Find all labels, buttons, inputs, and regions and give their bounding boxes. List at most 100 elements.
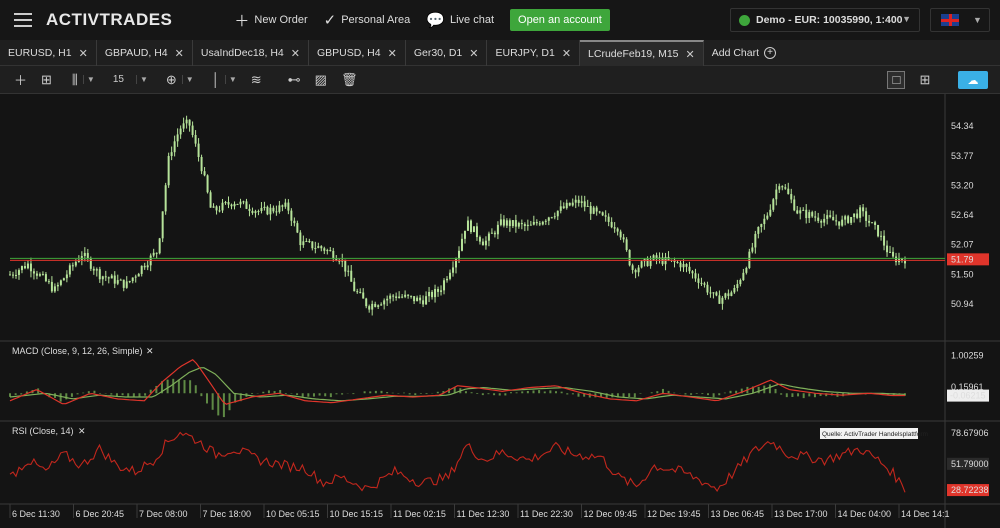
candle-body <box>62 278 65 281</box>
price-tick-label: 52.07 <box>951 240 974 250</box>
candle-body <box>53 286 56 292</box>
tab-usainddec18[interactable]: UsaIndDec18, H4 ✕ <box>193 40 309 66</box>
candle-body <box>487 233 490 241</box>
tab-gbpusd[interactable]: GBPUSD, H4 ✕ <box>309 40 406 66</box>
candle-body <box>703 283 706 285</box>
candle-body <box>407 294 410 296</box>
candle-body <box>490 232 493 234</box>
candle-body <box>835 220 838 222</box>
candle-body <box>236 203 239 205</box>
candle-body <box>520 223 523 225</box>
account-selector[interactable]: Demo - EUR: 10035990, 1:400 ▼ <box>730 8 920 32</box>
x-tick-label: 14 Dec 04:00 <box>838 509 892 519</box>
grid-icon[interactable]: ⊞ <box>41 72 52 88</box>
crosshair-icon[interactable]: ＋ <box>14 70 27 89</box>
close-icon[interactable]: ✕ <box>79 47 88 60</box>
x-tick-label: 11 Dec 22:30 <box>520 509 573 519</box>
tab-eurjpy[interactable]: EURJPY, D1 ✕ <box>487 40 581 66</box>
candle-body <box>604 215 607 217</box>
close-icon: ✕ <box>78 426 86 436</box>
candle-body <box>496 224 499 235</box>
indicator-selector[interactable]: ⊕ ▼ <box>166 72 194 88</box>
fibonacci-icon[interactable]: ≋ <box>251 72 262 88</box>
candle-body <box>739 280 742 285</box>
multi-layout-icon[interactable]: ⊞ <box>919 72 930 88</box>
price-tick-label: 51.50 <box>951 270 974 280</box>
tab-lcrudefeb19[interactable]: LCrudeFeb19, M15 ✕ <box>580 40 704 66</box>
close-icon[interactable]: ✕ <box>291 47 300 60</box>
candle-body <box>529 224 532 226</box>
candle-body <box>92 268 95 271</box>
rsi-low-label: 28.72238 <box>951 485 989 495</box>
candle-body <box>637 267 640 273</box>
candle-body <box>772 199 775 210</box>
candle-body <box>715 292 718 296</box>
candle-body <box>730 292 733 296</box>
candle-body <box>820 220 823 223</box>
candle-body <box>538 223 541 225</box>
candle-body <box>469 220 472 233</box>
candle-body <box>257 211 260 213</box>
close-icon[interactable]: ✕ <box>562 47 571 60</box>
candle-body <box>523 224 526 227</box>
chevron-down-icon: ▼ <box>181 75 194 84</box>
close-icon[interactable]: ✕ <box>175 47 184 60</box>
personal-area-button[interactable]: ✓ Personal Area <box>324 11 411 29</box>
language-selector[interactable]: ▼ <box>930 8 990 32</box>
single-layout-icon[interactable]: □ <box>887 70 906 89</box>
candle-body <box>652 255 655 260</box>
chart-toolbar: ＋ ⊞ ⫼ ▼ 15 ▼ ⊕ ▼ │ ▼ ≋ ⊷ ▨ 🗑 □ ⊞ <box>0 66 1000 94</box>
new-order-button[interactable]: ＋ New Order <box>234 10 307 31</box>
candle-body <box>802 209 805 211</box>
candle-type-selector[interactable]: ⫼ ▼ <box>72 72 95 88</box>
candle-body <box>508 220 511 227</box>
chart-tabs: EURUSD, H1 ✕ GBPAUD, H4 ✕ UsaIndDec18, H4 ✕… <box>0 40 1000 66</box>
trash-icon[interactable]: 🗑 <box>341 72 358 88</box>
candle-body <box>38 274 41 276</box>
candle-body <box>140 265 143 274</box>
chevron-down-icon: ▼ <box>135 75 148 84</box>
menu-icon[interactable] <box>14 13 32 27</box>
chart-area[interactable]: 54.34 53.77 53.20 52.64 52.07 51.50 50.94 51.79… <box>0 94 1000 528</box>
candle-body <box>775 189 778 200</box>
candle-body <box>221 202 224 211</box>
candle-body <box>466 220 469 231</box>
close-icon[interactable]: ✕ <box>469 47 478 60</box>
candle-body <box>215 206 218 211</box>
live-chat-button[interactable]: 💬 Live chat <box>426 11 494 29</box>
price-tick-label: 54.34 <box>951 121 974 131</box>
close-icon[interactable]: ✕ <box>686 48 695 61</box>
candle-body <box>158 238 161 254</box>
tab-gbpaud[interactable]: GBPAUD, H4 ✕ <box>97 40 193 66</box>
candle-body <box>224 202 227 204</box>
template-icon[interactable]: ⊷ <box>288 72 301 88</box>
candle-body <box>377 305 380 307</box>
add-chart-button[interactable]: Add Chart + <box>704 40 784 66</box>
candle-body <box>392 295 395 297</box>
drawing-tool-selector[interactable]: │ ▼ <box>212 72 237 87</box>
candle-body <box>101 276 104 280</box>
candle-body <box>475 226 478 238</box>
candle-body <box>56 284 59 287</box>
screenshot-icon[interactable]: ▨ <box>315 72 327 88</box>
candle-body <box>326 250 329 252</box>
candle-body <box>389 295 392 299</box>
x-tick-label: 12 Dec 19:45 <box>647 509 701 519</box>
candle-body <box>691 271 694 274</box>
open-account-button[interactable]: Open an account <box>510 9 610 31</box>
checkmark-icon: ✓ <box>323 12 337 29</box>
candle-body <box>517 223 520 227</box>
tab-eurusd[interactable]: EURUSD, H1 ✕ <box>0 40 97 66</box>
account-status-icon <box>739 14 750 26</box>
candle-body <box>553 216 556 218</box>
rsi-title: RSI (Close, 14) <box>12 426 74 436</box>
candle-body <box>446 278 449 281</box>
candle-body <box>589 205 592 214</box>
close-icon[interactable]: ✕ <box>388 47 397 60</box>
rsi-tick-label: 78.67906 <box>951 428 989 438</box>
cloud-sync-icon[interactable]: ☁ <box>958 71 988 89</box>
interval-selector[interactable]: 15 ▼ <box>113 74 148 85</box>
candle-body <box>472 226 475 233</box>
tab-ger30[interactable]: Ger30, D1 ✕ <box>406 40 488 66</box>
candle-body <box>122 279 125 288</box>
